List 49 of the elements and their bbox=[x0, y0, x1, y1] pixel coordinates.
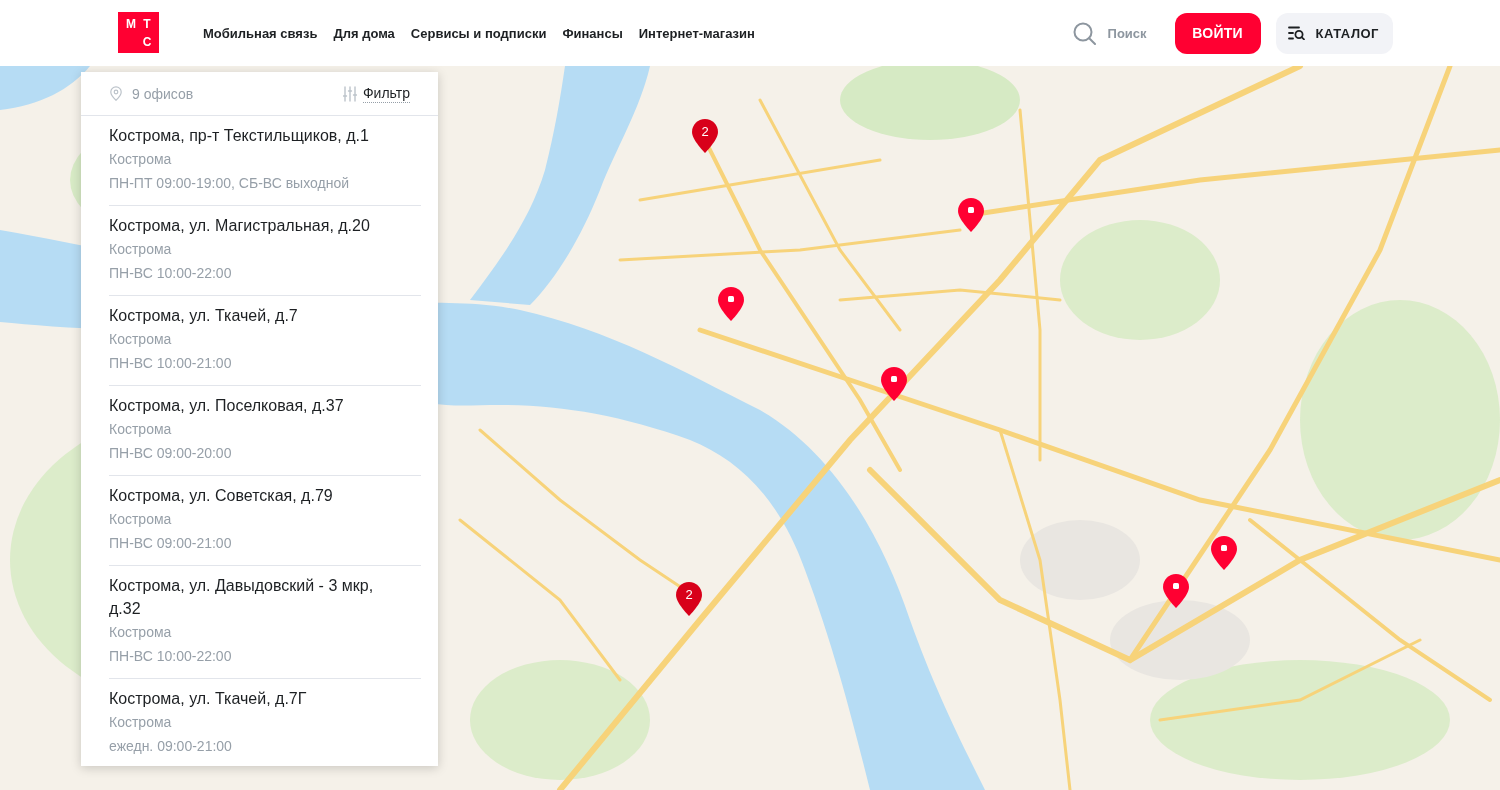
location-pin-icon bbox=[110, 86, 122, 101]
office-address: Кострома, ул. Ткачей, д.7Г bbox=[109, 689, 308, 709]
office-hours: ежедн. 09:00-21:00 bbox=[109, 737, 233, 756]
office-city: Кострома bbox=[109, 240, 173, 259]
office-address: Кострома, ул. Ткачей, д.7 bbox=[109, 306, 299, 326]
office-address: Кострома, ул. Поселковая, д.37 bbox=[109, 396, 345, 416]
filter-link[interactable]: Фильтр bbox=[362, 84, 410, 103]
office-hours: ПН-ВС 10:00-22:00 bbox=[109, 264, 233, 283]
offices-count: 9 офисов bbox=[132, 85, 194, 102]
office-address: Кострома, пр-т Текстильщиков, д.1 bbox=[109, 126, 370, 146]
nav-link[interactable]: Сервисы и подписки bbox=[410, 25, 547, 41]
logo[interactable]: М Т С bbox=[118, 11, 159, 53]
office-hours: ПН-ВС 09:00-21:00 bbox=[109, 534, 233, 553]
office-item[interactable]: Кострома, ул. Советская, д.79 Кострома ПН-ВС 09:00-21:00 bbox=[81, 476, 438, 566]
office-item[interactable]: Кострома, ул. Поселковая, д.37 Кострома ПН-ВС 09:00-20:00 bbox=[81, 386, 438, 476]
catalog-button[interactable]: КАТАЛОГ bbox=[1275, 12, 1393, 54]
nav-link[interactable]: Финансы bbox=[562, 25, 623, 41]
search-icon bbox=[1072, 21, 1096, 45]
nav-link[interactable]: Интернет-магазин bbox=[638, 25, 755, 41]
office-hours: ПН-ПТ 09:00-19:00, СБ-ВС выходной bbox=[109, 174, 350, 193]
office-item[interactable]: Кострома, ул. Давыдовский - 3 мкр, д.32 Кострома ПН-ВС 10:00-22:00 bbox=[81, 566, 438, 679]
office-item[interactable]: Кострома, пр-т Текстильщиков, д.1 Кострома ПН-ПТ 09:00-19:00, СБ-ВС выходной bbox=[81, 116, 438, 206]
map-pin-icon[interactable] bbox=[718, 287, 744, 321]
office-address: Кострома, ул. Магистральная, д.20 bbox=[109, 216, 371, 236]
office-city: Кострома bbox=[109, 623, 173, 642]
nav-link[interactable]: Для дома bbox=[333, 25, 395, 41]
login-button[interactable]: ВОЙТИ bbox=[1174, 12, 1261, 54]
office-city: Кострома bbox=[109, 510, 173, 529]
office-address: Кострома, ул. Давыдовский - 3 мкр, д.32 bbox=[109, 576, 375, 619]
office-address: Кострома, ул. Советская, д.79 bbox=[109, 486, 334, 506]
map-pin-icon[interactable] bbox=[1211, 536, 1237, 570]
nav-link[interactable]: Мобильная связь bbox=[203, 25, 318, 41]
office-city: Кострома bbox=[109, 150, 173, 169]
office-item[interactable]: Кострома, ул. Ткачей, д.7 Кострома ПН-ВС 10:00-21:00 bbox=[81, 296, 438, 386]
office-hours: ПН-ВС 10:00-21:00 bbox=[109, 354, 233, 373]
cluster-marker[interactable]: 2 bbox=[676, 582, 702, 616]
list-search-icon bbox=[1287, 26, 1305, 40]
office-hours: ПН-ВС 09:00-20:00 bbox=[109, 444, 233, 463]
office-item[interactable]: Кострома, ул. Магистральная, д.20 Кострома ПН-ВС 10:00-22:00 bbox=[81, 206, 438, 296]
office-item[interactable]: Кострома, ул. Ткачей, д.7Г Кострома ежедн. 09:00-21:00 bbox=[81, 679, 438, 766]
sliders-icon bbox=[342, 85, 357, 102]
office-city: Кострома bbox=[109, 713, 173, 732]
map-pin-icon[interactable] bbox=[1163, 574, 1189, 608]
office-hours: ПН-ВС 10:00-22:00 bbox=[109, 647, 233, 666]
office-city: Кострома bbox=[109, 420, 173, 439]
cluster-marker[interactable]: 2 bbox=[692, 119, 718, 153]
office-city: Кострома bbox=[109, 330, 173, 349]
map-pin-icon[interactable] bbox=[958, 198, 984, 232]
map-pin-icon[interactable] bbox=[881, 367, 907, 401]
